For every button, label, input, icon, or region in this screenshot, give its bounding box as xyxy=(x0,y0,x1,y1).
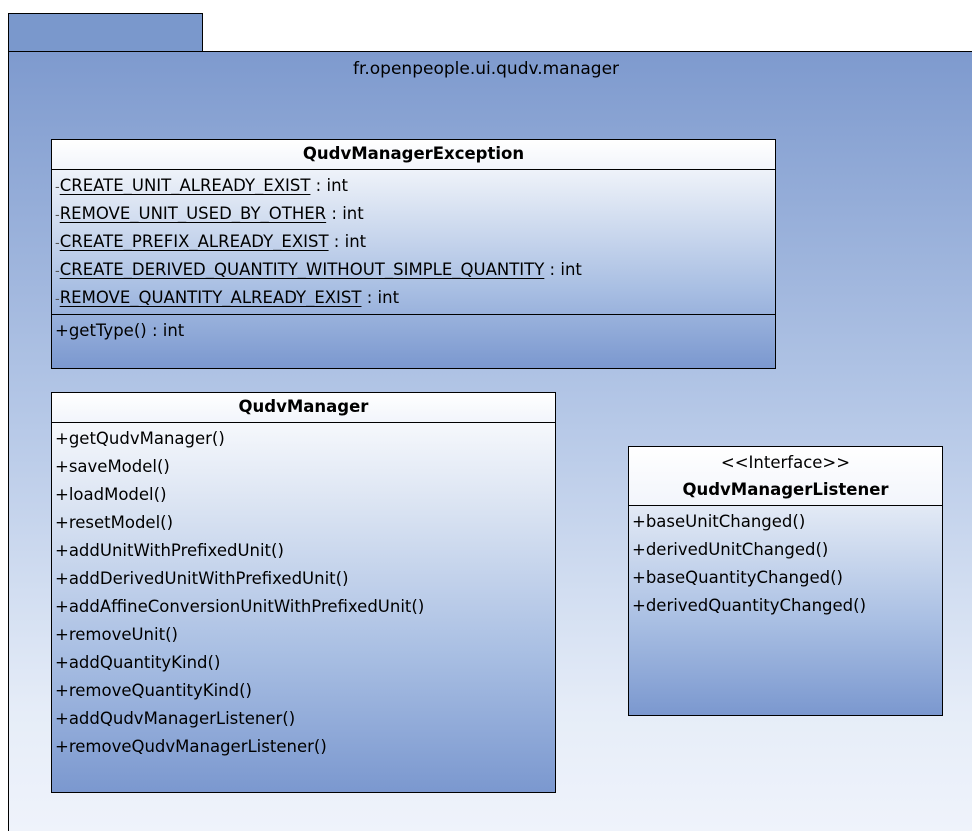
attribute-row: -CREATE_UNIT_ALREADY_EXIST : int xyxy=(55,172,775,200)
attribute-type: : int xyxy=(361,288,400,307)
package-tab xyxy=(8,13,203,52)
operation-row: +addAffineConversionUnitWithPrefixedUnit… xyxy=(55,597,425,616)
package-name: fr.openpeople.ui.qudv.manager xyxy=(352,59,620,79)
attribute-row: -CREATE_PREFIX_ALREADY_EXIST : int xyxy=(55,228,775,256)
operations-compartment: +getQudvManager() +saveModel() +loadModel(… xyxy=(52,423,555,763)
interface-qudv-manager-listener[interactable]: <<Interface>> QudvManagerListener +baseU… xyxy=(628,446,943,716)
operation-row: +saveModel() xyxy=(55,457,170,476)
attribute-row: -REMOVE_UNIT_USED_BY_OTHER : int xyxy=(55,200,775,228)
operation-row: +resetModel() xyxy=(55,513,174,532)
attribute-name: CREATE_UNIT_ALREADY_EXIST xyxy=(59,176,311,195)
operation-row: +derivedUnitChanged() xyxy=(632,540,829,559)
class-qudv-manager-exception[interactable]: QudvManagerException -CREATE_UNIT_ALREAD… xyxy=(51,139,776,369)
stereotype-label: <<Interface>> xyxy=(720,453,851,472)
operation-row: +getType() : int xyxy=(55,321,185,340)
attributes-compartment: -CREATE_UNIT_ALREADY_EXIST : int -REMOVE_… xyxy=(52,170,775,315)
attribute-row: -REMOVE_QUANTITY_ALREADY_EXIST : int xyxy=(55,284,775,312)
attribute-type: : int xyxy=(310,176,348,195)
operation-row: +removeQuantityKind() xyxy=(55,681,252,700)
class-name: QudvManagerException xyxy=(302,144,525,163)
attribute-type: : int xyxy=(544,260,582,279)
class-name: QudvManagerListener xyxy=(682,480,889,499)
class-name: QudvManager xyxy=(238,397,369,416)
operation-row: +baseUnitChanged() xyxy=(632,512,806,531)
operations-compartment: +baseUnitChanged() +derivedUnitChanged() +… xyxy=(629,506,942,622)
operations-compartment: +getType() : int xyxy=(52,315,775,347)
attribute-name: REMOVE_UNIT_USED_BY_OTHER xyxy=(59,204,327,223)
attribute-type: : int xyxy=(328,232,367,251)
operation-row: +removeUnit() xyxy=(55,625,178,644)
operation-row: +derivedQuantityChanged() xyxy=(632,596,867,615)
operation-row: +loadModel() xyxy=(55,485,167,504)
operation-row: +addDerivedUnitWithPrefixedUnit() xyxy=(55,569,349,588)
class-qudv-manager[interactable]: QudvManager +getQudvManager() +saveModel(… xyxy=(51,392,556,793)
operation-row: +addQudvManagerListener() xyxy=(55,709,296,728)
operation-row: +getQudvManager() xyxy=(55,429,225,448)
attribute-type: : int xyxy=(326,204,364,223)
attribute-name: CREATE_DERIVED_QUANTITY_WITHOUT_SIMPLE_Q… xyxy=(59,260,545,279)
operation-row: +addQuantityKind() xyxy=(55,653,221,672)
attribute-name: CREATE_PREFIX_ALREADY_EXIST xyxy=(59,232,329,251)
operation-row: +removeQudvManagerListener() xyxy=(55,737,327,756)
attribute-row: -CREATE_DERIVED_QUANTITY_WITHOUT_SIMPLE_… xyxy=(55,256,775,284)
attribute-name: REMOVE_QUANTITY_ALREADY_EXIST xyxy=(59,288,362,307)
operation-row: +baseQuantityChanged() xyxy=(632,568,843,587)
operation-row: +addUnitWithPrefixedUnit() xyxy=(55,541,284,560)
